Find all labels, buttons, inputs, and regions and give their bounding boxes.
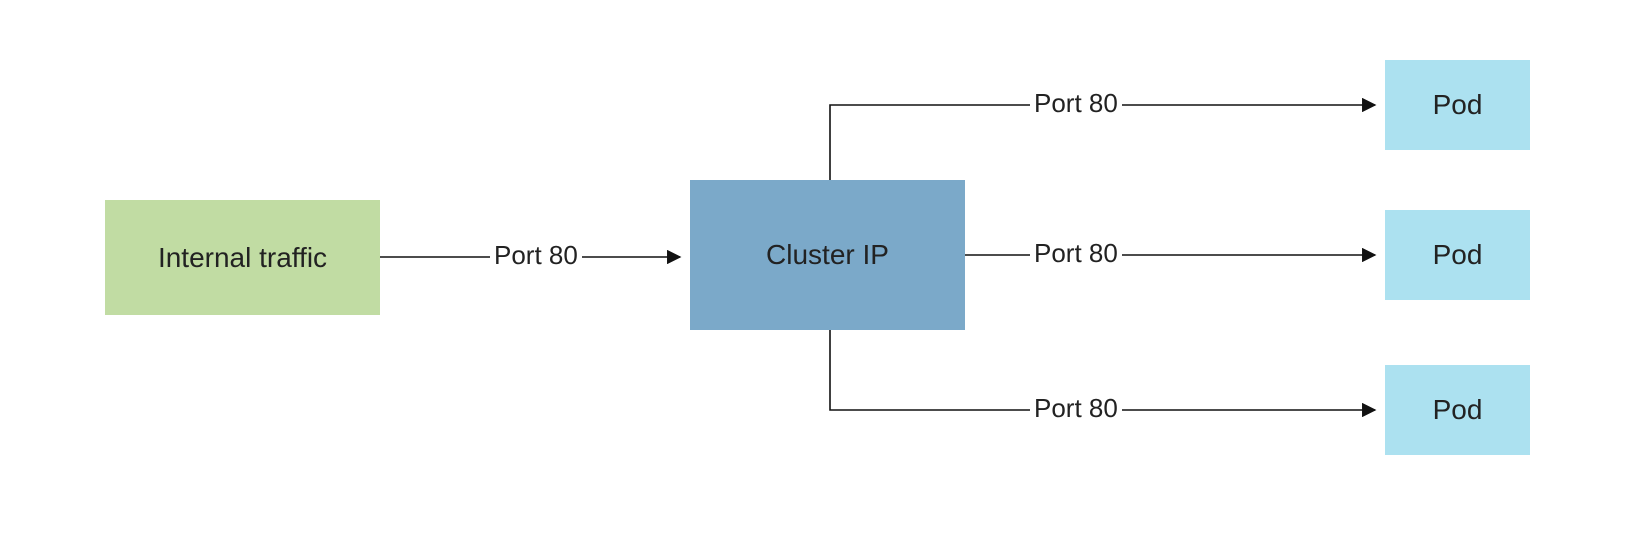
edge-label-e1: Port 80 xyxy=(490,240,582,271)
edge-label-e3: Port 80 xyxy=(1030,238,1122,269)
edge-label-e4: Port 80 xyxy=(1030,393,1122,424)
node-cluster-ip: Cluster IP xyxy=(690,180,965,330)
node-internal-traffic: Internal traffic xyxy=(105,200,380,315)
node-pod-1: Pod xyxy=(1385,60,1530,150)
edge-label-e2: Port 80 xyxy=(1030,88,1122,119)
node-pod-3: Pod xyxy=(1385,365,1530,455)
node-pod-2: Pod xyxy=(1385,210,1530,300)
